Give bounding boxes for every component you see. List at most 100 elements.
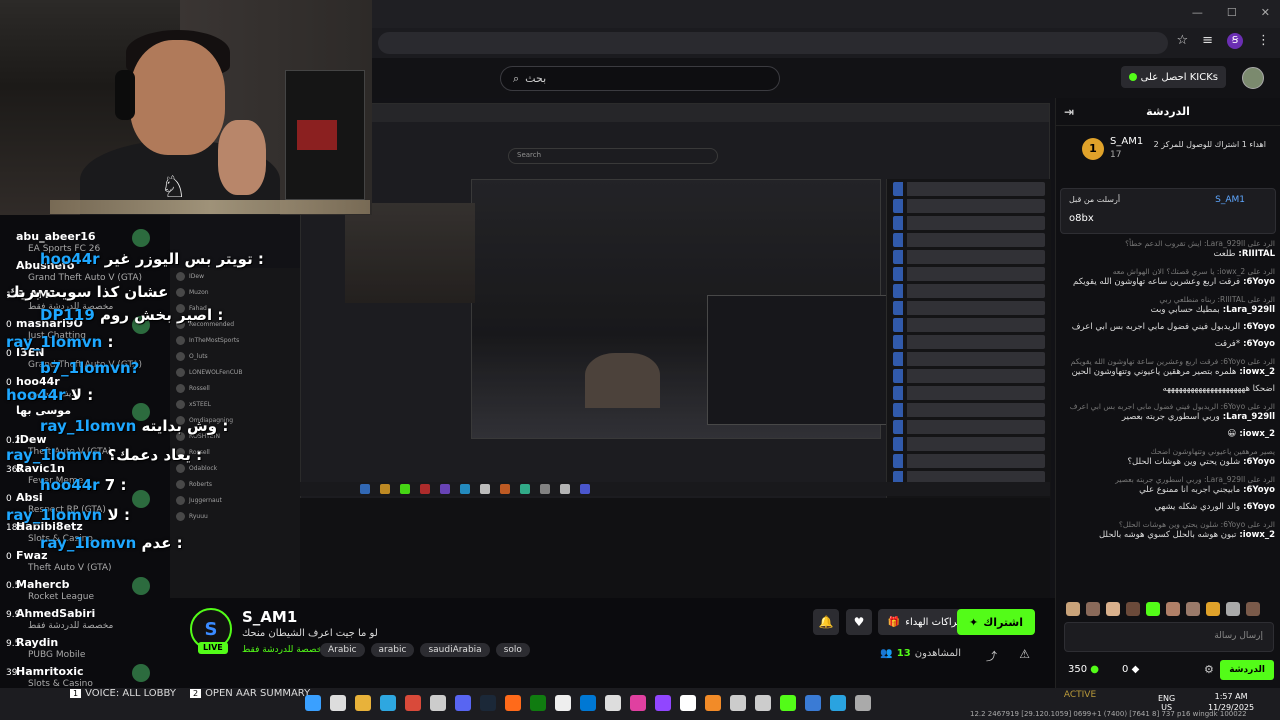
chat-username[interactable]: 6Yoyo:	[1240, 502, 1275, 512]
stream-tag[interactable]: saudiArabia	[420, 643, 490, 657]
xbox-icon[interactable]	[530, 695, 546, 711]
chat-username[interactable]: 6Yoyo:	[1240, 322, 1275, 332]
user-avatar[interactable]	[1242, 67, 1264, 89]
chat-reply-context: الرد على RIIITAL: ربناه منطلعي ربي	[1159, 295, 1275, 304]
settings-icon[interactable]	[755, 695, 771, 711]
minimize-icon[interactable]: —	[1192, 6, 1203, 19]
mail-icon[interactable]	[580, 695, 596, 711]
notepad-icon[interactable]	[605, 695, 621, 711]
share-icon[interactable]: ⤴	[986, 648, 997, 664]
follow-button[interactable]: ♥	[846, 609, 872, 635]
overlay-tabs: 1 VOICE: ALL LOBBY 2 OPEN AAR SUMMARY	[70, 688, 310, 699]
report-icon[interactable]: ⚠	[1019, 647, 1030, 661]
chat-text: وربي اسطوري جربته بعصير	[1121, 412, 1220, 422]
gifter-name[interactable]: S_AM1	[1110, 136, 1143, 147]
close-icon[interactable]: ✕	[1261, 6, 1270, 19]
chat-username[interactable]: 6Yoyo:	[1240, 339, 1275, 349]
edge-icon[interactable]	[380, 695, 396, 711]
chat-input[interactable]: إرسال رسالة	[1064, 622, 1274, 652]
bell-icon: 🔔	[818, 615, 834, 629]
overlay-chat-user: hoo44r	[40, 476, 100, 494]
kicks-balance[interactable]: 0 ◆	[1122, 664, 1139, 675]
chat-username[interactable]: RIIITAL:	[1235, 249, 1275, 259]
twitch-icon[interactable]	[655, 695, 671, 711]
kicks-coin-icon	[1128, 73, 1137, 81]
notification-bell-button[interactable]: 🔔	[813, 609, 839, 635]
chat-username[interactable]: Lara_929ll:	[1220, 305, 1275, 315]
obs-icon[interactable]	[855, 695, 871, 711]
emote-icon[interactable]	[1166, 602, 1180, 616]
emote-icon[interactable]	[1086, 602, 1100, 616]
medal-icon[interactable]	[680, 695, 696, 711]
chat-username[interactable]: 2_iowx:	[1236, 429, 1275, 439]
photo-icon[interactable]	[630, 695, 646, 711]
paint-icon[interactable]	[705, 695, 721, 711]
pinned-message[interactable]: أرسلت من قبل S_AM1 o8bx	[1060, 188, 1276, 234]
gear-icon[interactable]: ⚙	[1204, 663, 1214, 676]
collapse-chat-icon[interactable]: ⇥	[1064, 98, 1074, 126]
chrome-icon[interactable]	[405, 695, 421, 711]
points-value: 350	[1068, 664, 1088, 675]
extension-icon[interactable]: Ꞩ	[1227, 33, 1243, 49]
wave-icon[interactable]	[805, 695, 821, 711]
chat-username[interactable]: 2_iowx:	[1236, 367, 1275, 377]
chat-send-button[interactable]: الدردشة	[1220, 660, 1274, 680]
chat-text: طلعت	[1213, 249, 1236, 259]
webcam-box	[297, 120, 337, 150]
search-input[interactable]: ⌕ بحث	[500, 66, 780, 91]
chat-messages: الرد على Lara_929ll: ايش تقروب الدعم خطأ…	[1062, 238, 1275, 598]
media-control-icon[interactable]: ≡	[1202, 33, 1213, 49]
emote-icon[interactable]	[1226, 602, 1240, 616]
epic-icon[interactable]	[555, 695, 571, 711]
overlay-entry-rank: 39	[6, 668, 18, 678]
chat-username[interactable]: 2_iowx:	[1236, 530, 1275, 540]
steam-icon[interactable]	[480, 695, 496, 711]
discord-icon[interactable]	[455, 695, 471, 711]
get-kicks-button[interactable]: احصل على KICKs	[1120, 66, 1226, 88]
windows-start-icon[interactable]	[305, 695, 321, 711]
emote-icon[interactable]	[1126, 602, 1140, 616]
overlay-chat-line: hoo44r 7 :	[40, 476, 126, 494]
bookmark-star-icon[interactable]: ☆	[1176, 33, 1188, 49]
stream-tag[interactable]: arabic	[370, 643, 415, 657]
chat-username[interactable]: Lara_929ll:	[1220, 412, 1275, 422]
streamer-name[interactable]: S_AM1	[242, 608, 297, 626]
chat-username[interactable]: 6Yoyo:	[1240, 277, 1275, 287]
subscribe-button[interactable]: ✦ اشتراك	[957, 609, 1035, 635]
emote-icon[interactable]	[1066, 602, 1080, 616]
arrow-app-icon[interactable]	[505, 695, 521, 711]
emote-icon[interactable]	[1206, 602, 1220, 616]
file-explorer-icon[interactable]	[355, 695, 371, 711]
address-bar[interactable]	[378, 32, 1168, 54]
monitor-icon[interactable]	[780, 695, 796, 711]
overlay-chat-user: DP119	[40, 306, 95, 324]
emote-icon[interactable]	[1246, 602, 1260, 616]
stream-tag[interactable]: solo	[495, 643, 530, 657]
maximize-icon[interactable]: ☐	[1227, 6, 1237, 19]
chat-reply-context: الرد على Lara_929ll: ايش تقروب الدعم خطأ…	[1125, 239, 1275, 248]
tool-icon[interactable]	[730, 695, 746, 711]
stream-tag[interactable]: Arabic	[320, 643, 365, 657]
overlay-chat-text: عدم :	[136, 534, 183, 552]
kicks-icon: ◆	[1131, 664, 1140, 675]
telegram-icon[interactable]	[830, 695, 846, 711]
clock-time: 1:57 AM	[1214, 692, 1248, 701]
github-icon[interactable]	[430, 695, 446, 711]
chat-username[interactable]: 6Yoyo:	[1240, 485, 1275, 495]
search-icon[interactable]	[330, 695, 346, 711]
emote-icon[interactable]	[1146, 602, 1160, 616]
overlay-chat-text: يعاد دعمك؟ :	[102, 446, 203, 464]
chat-username[interactable]: 6Yoyo:	[1240, 457, 1275, 467]
channel-icon	[132, 577, 150, 595]
channel-points[interactable]: 350 ●	[1068, 664, 1099, 675]
channel-icon	[132, 229, 150, 247]
browser-menu-icon[interactable]: ⋮	[1257, 33, 1270, 49]
viewer-count: 👥 13 المشاهدون	[880, 648, 961, 659]
emote-icon[interactable]	[1106, 602, 1120, 616]
stream-category[interactable]: مخصصة للدردشة فقط	[242, 645, 327, 655]
overlay-entry-rank: 0.5	[6, 581, 21, 591]
stream-tags: Arabic arabic saudiArabia solo	[320, 643, 530, 657]
get-kicks-label: احصل على KICKs	[1140, 71, 1218, 83]
emote-icon[interactable]	[1186, 602, 1200, 616]
chat-message: الرد على 2_iowx: يا سري قصتك؟ الان الهوا…	[1062, 266, 1275, 288]
